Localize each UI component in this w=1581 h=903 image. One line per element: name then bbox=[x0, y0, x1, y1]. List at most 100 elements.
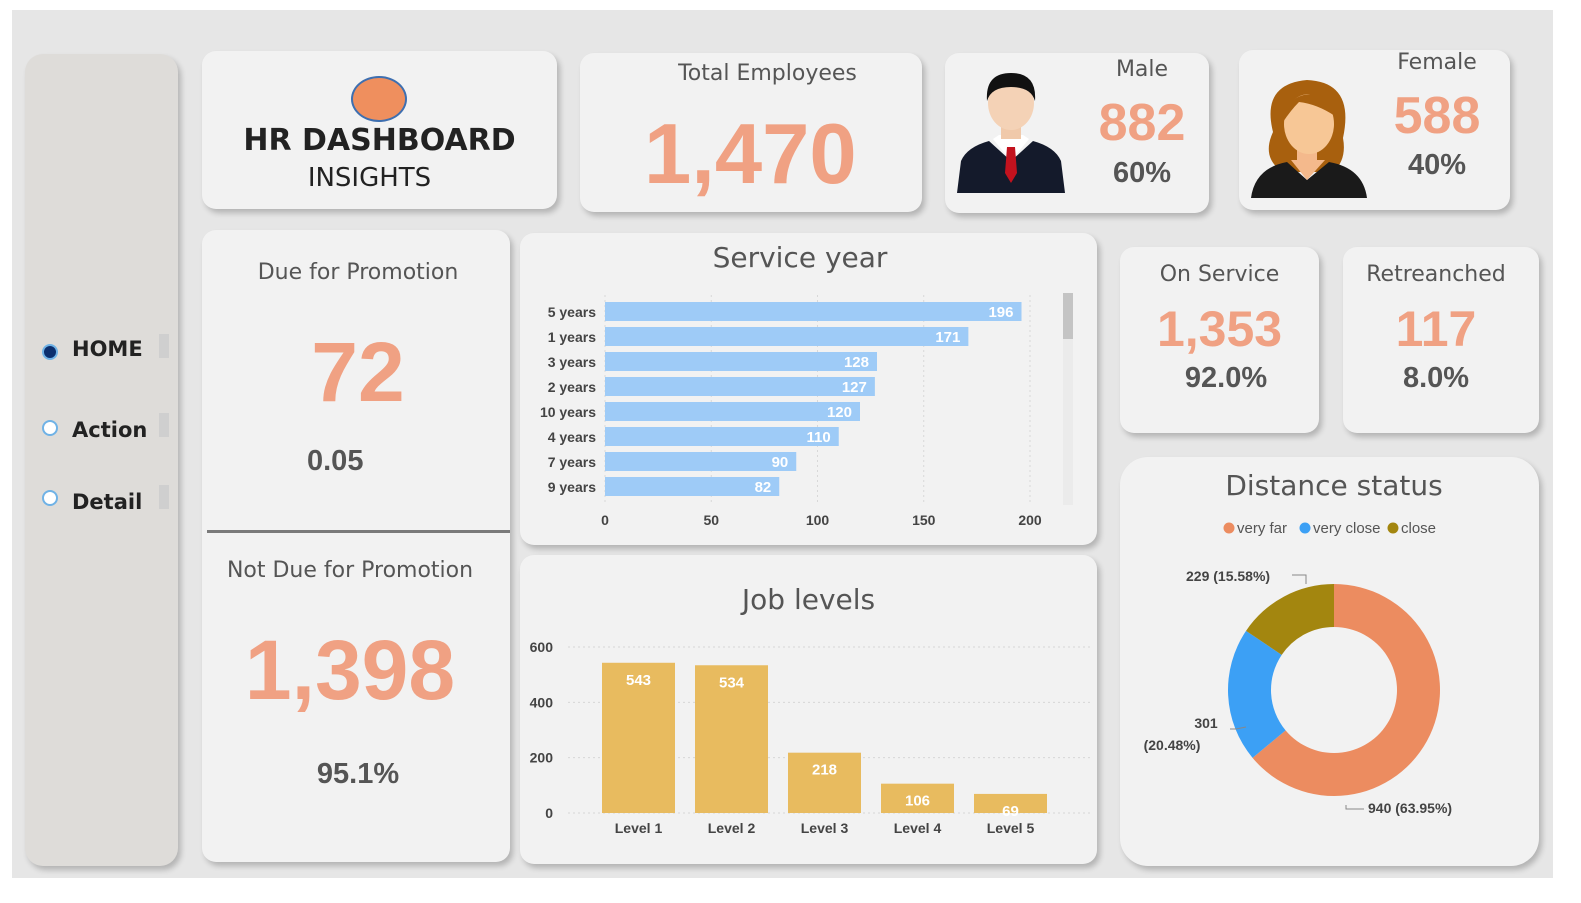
data-label: 106 bbox=[905, 793, 930, 810]
data-label: 120 bbox=[827, 404, 852, 421]
legend-marker bbox=[1223, 522, 1235, 534]
data-label: 218 bbox=[812, 762, 837, 779]
x-tick-label: Level 1 bbox=[615, 820, 663, 836]
retrenched-percent: 8.0% bbox=[1402, 362, 1470, 394]
not-due-promotion-label: Not Due for Promotion bbox=[226, 558, 474, 583]
legend-label: very far bbox=[1237, 520, 1287, 537]
title-card: HR DASHBOARD INSIGHTS bbox=[202, 51, 557, 209]
y-tick-label: 0 bbox=[545, 805, 553, 821]
data-label: 82 bbox=[755, 479, 772, 496]
dashboard-title: HR DASHBOARD bbox=[243, 123, 516, 158]
y-tick-label: 200 bbox=[530, 750, 554, 766]
female-avatar-icon bbox=[1251, 80, 1367, 198]
radio-selected-icon bbox=[42, 344, 58, 360]
job-levels-card: Job levels 0 200 400 600 543 Level 1 534 Level … bbox=[520, 555, 1097, 864]
retrenched-label: Retreanched bbox=[1366, 262, 1506, 287]
y-tick-label: 10 years bbox=[540, 404, 596, 420]
x-tick-label: 150 bbox=[912, 512, 936, 528]
service-year-chart: 0 50 100 150 200 5 years 196 1 years 171 3 years 1… bbox=[540, 295, 1042, 528]
data-label: 940 (63.95%) bbox=[1368, 800, 1452, 816]
retrenched-card: Retreanched 117 8.0% bbox=[1343, 247, 1539, 433]
bar bbox=[605, 452, 797, 471]
x-tick-label: 200 bbox=[1018, 512, 1042, 528]
female-card: Female 588 40% bbox=[1239, 50, 1510, 210]
data-label: 301 bbox=[1194, 715, 1218, 731]
data-label: 127 bbox=[842, 379, 867, 396]
data-label: 128 bbox=[844, 354, 869, 371]
nav-item-detail[interactable]: Detail bbox=[40, 485, 180, 519]
bar bbox=[605, 477, 780, 496]
due-promotion-value: 72 bbox=[311, 325, 405, 419]
distance-status-card: Distance status very far very close close 9… bbox=[1120, 457, 1539, 866]
promotion-divider bbox=[207, 530, 510, 533]
data-label: 229 (15.58%) bbox=[1186, 568, 1270, 584]
bar bbox=[605, 377, 875, 396]
female-value: 588 bbox=[1393, 87, 1481, 145]
x-tick-label: 0 bbox=[601, 512, 609, 528]
male-avatar-icon bbox=[957, 73, 1065, 193]
nav-item-label: Detail bbox=[72, 490, 143, 514]
female-percent: 40% bbox=[1407, 149, 1467, 181]
y-tick-label: 1 years bbox=[548, 329, 596, 345]
y-tick-label: 600 bbox=[530, 639, 554, 655]
job-levels-chart: 0 200 400 600 543 Level 1 534 Level 2 218 Level 3… bbox=[530, 639, 1090, 836]
data-label: 196 bbox=[988, 304, 1013, 321]
dashboard-subtitle: INSIGHTS bbox=[307, 163, 432, 193]
scrollbar-thumb[interactable] bbox=[1063, 293, 1073, 339]
bar bbox=[605, 327, 969, 346]
male-label: Male bbox=[1115, 57, 1169, 82]
nav-item-action[interactable]: Action bbox=[40, 413, 180, 447]
y-tick-label: 3 years bbox=[548, 354, 596, 370]
total-employees-value: 1,470 bbox=[644, 107, 857, 202]
not-due-promotion-value: 1,398 bbox=[244, 623, 456, 717]
data-label: 90 bbox=[772, 454, 789, 471]
logo-icon bbox=[351, 76, 407, 122]
total-employees-label: Total Employees bbox=[678, 61, 857, 86]
leader-line bbox=[1345, 805, 1364, 810]
promotion-card: Due for Promotion 72 0.05 Not Due for Pr… bbox=[202, 230, 510, 862]
data-label: (20.48%) bbox=[1144, 737, 1201, 753]
female-label: Female bbox=[1397, 50, 1477, 75]
retrenched-value: 117 bbox=[1395, 301, 1477, 357]
on-service-card: On Service 1,353 92.0% bbox=[1120, 247, 1319, 433]
not-due-promotion-percent: 95.1% bbox=[316, 758, 400, 790]
nav-indicator bbox=[159, 334, 169, 358]
bar bbox=[605, 352, 877, 371]
male-percent: 60% bbox=[1112, 157, 1172, 189]
data-label: 543 bbox=[626, 672, 651, 689]
legend-label: very close bbox=[1313, 520, 1381, 537]
data-label: 110 bbox=[807, 429, 831, 446]
nav-indicator bbox=[159, 413, 169, 437]
x-tick-label: Level 4 bbox=[894, 820, 942, 836]
service-year-scrollbar[interactable] bbox=[1063, 293, 1073, 505]
data-label: 534 bbox=[719, 674, 745, 691]
legend-marker bbox=[1299, 522, 1311, 534]
nav-panel: HOME Action Detail bbox=[25, 54, 178, 866]
bar bbox=[605, 302, 1022, 321]
y-tick-label: 4 years bbox=[548, 429, 596, 445]
male-card: Male 882 60% bbox=[945, 53, 1209, 213]
on-service-value: 1,353 bbox=[1156, 301, 1283, 357]
x-tick-label: 50 bbox=[703, 512, 719, 528]
nav-item-label: HOME bbox=[72, 337, 143, 361]
on-service-label: On Service bbox=[1159, 262, 1280, 287]
y-tick-label: 9 years bbox=[548, 479, 596, 495]
nav-item-home[interactable]: HOME bbox=[40, 334, 180, 368]
x-tick-label: Level 2 bbox=[708, 820, 756, 836]
service-year-card: Service year 0 50 100 150 200 5 years 196 1 yea… bbox=[520, 233, 1097, 545]
x-tick-label: Level 5 bbox=[987, 820, 1035, 836]
leader-line bbox=[1292, 574, 1307, 584]
y-tick-label: 5 years bbox=[548, 304, 596, 320]
y-tick-label: 400 bbox=[530, 694, 554, 710]
data-label: 171 bbox=[935, 329, 960, 346]
bar bbox=[605, 402, 860, 421]
dashboard-canvas: HOME Action Detail HR DASHBOARD INSIGHTS… bbox=[12, 10, 1553, 878]
legend-label: close bbox=[1401, 520, 1436, 537]
male-value: 882 bbox=[1098, 94, 1186, 152]
x-tick-label: 100 bbox=[806, 512, 830, 528]
total-employees-card: Total Employees 1,470 bbox=[580, 53, 922, 212]
radio-icon bbox=[42, 420, 58, 436]
y-tick-label: 7 years bbox=[548, 454, 596, 470]
bar bbox=[605, 427, 839, 446]
due-promotion-label: Due for Promotion bbox=[257, 260, 459, 285]
